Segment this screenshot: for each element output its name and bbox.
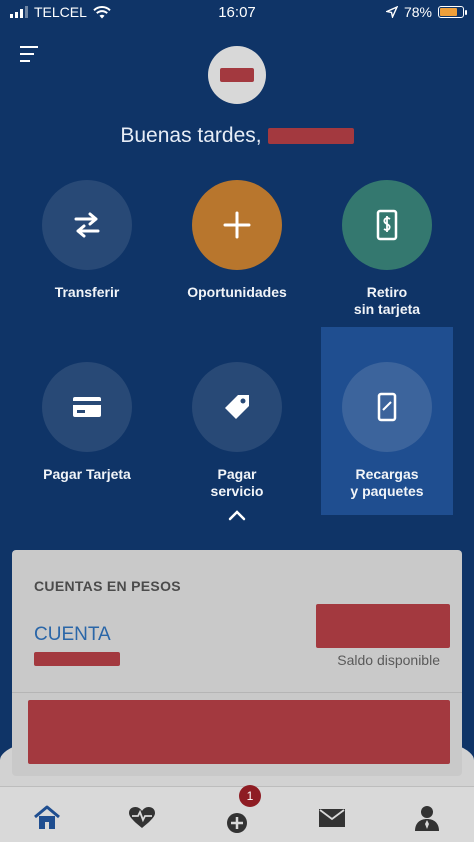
health-icon — [129, 806, 156, 828]
action-circle[interactable] — [42, 362, 132, 452]
action-circle[interactable] — [342, 180, 432, 270]
action-oportunidades[interactable]: Oportunidades — [162, 180, 312, 301]
add-icon — [226, 812, 247, 833]
nav-home[interactable] — [17, 805, 77, 831]
nav-profile[interactable] — [397, 805, 457, 831]
wifi-icon — [93, 5, 111, 18]
action-circle[interactable] — [192, 362, 282, 452]
action-circle[interactable] — [192, 180, 282, 270]
action-recargas-y-paquetes[interactable]: Recargas y paquetes — [321, 327, 453, 515]
status-bar: TELCEL 16:07 78% — [0, 0, 474, 24]
chevron-up-icon[interactable] — [227, 508, 247, 522]
card-icon — [73, 397, 101, 417]
greeting-text: Buenas tardes, — [120, 124, 262, 147]
redacted-balance — [316, 604, 450, 648]
mail-icon — [318, 808, 345, 827]
menu-icon[interactable] — [20, 46, 40, 62]
nav-mail[interactable] — [302, 808, 362, 828]
profile-icon — [414, 805, 439, 831]
action-label: Recargas y paquetes — [350, 466, 424, 499]
bottom-nav: 1 — [0, 784, 474, 842]
location-arrow-icon — [385, 6, 398, 18]
battery-percent: 78% — [403, 4, 432, 20]
carrier-name: TELCEL — [34, 4, 87, 20]
redacted-content — [28, 700, 450, 764]
action-label: Oportunidades — [187, 284, 287, 300]
action-transferir[interactable]: Transferir — [12, 180, 162, 301]
action-circle[interactable] — [342, 362, 432, 452]
transfer-arrows-icon — [74, 212, 100, 238]
redacted-account-number — [34, 652, 120, 666]
tag-icon — [225, 395, 249, 419]
action-label: Transferir — [54, 284, 120, 300]
accounts-card[interactable]: CUENTAS EN PESOS CUENTA Saldo disponible — [12, 550, 462, 776]
nav-health[interactable] — [112, 806, 172, 830]
divider — [12, 692, 462, 693]
redacted-user-name — [267, 128, 354, 144]
phone-dollar-icon — [376, 209, 398, 241]
battery-fill — [440, 8, 458, 16]
action-pagar-tarjeta[interactable]: Pagar Tarjeta — [12, 362, 162, 483]
action-retiro-sin-tarjeta[interactable]: Retiro sin tarjeta — [312, 180, 462, 318]
greeting: Buenas tardes, — [0, 124, 474, 148]
action-circle[interactable] — [42, 180, 132, 270]
battery-icon — [438, 6, 467, 18]
signal-icon — [10, 6, 28, 18]
action-label: Pagar servicio — [210, 466, 264, 499]
nav-add[interactable]: 1 — [207, 784, 267, 835]
action-label: Retiro sin tarjeta — [353, 284, 421, 317]
notification-badge: 1 — [238, 784, 261, 807]
balance-label: Saldo disponible — [337, 652, 440, 668]
account-name[interactable]: CUENTA — [34, 624, 111, 646]
status-right: 78% — [385, 4, 467, 20]
avatar[interactable] — [208, 46, 266, 104]
accounts-card-title: CUENTAS EN PESOS — [34, 578, 181, 594]
action-label: Pagar Tarjeta — [43, 466, 131, 482]
status-left: TELCEL — [10, 4, 111, 20]
redacted-initials — [220, 68, 254, 82]
action-pagar-servicio[interactable]: Pagar servicio — [162, 362, 312, 500]
plus-icon — [223, 211, 251, 239]
home-icon — [34, 805, 61, 829]
mobile-phone-icon — [377, 392, 397, 422]
